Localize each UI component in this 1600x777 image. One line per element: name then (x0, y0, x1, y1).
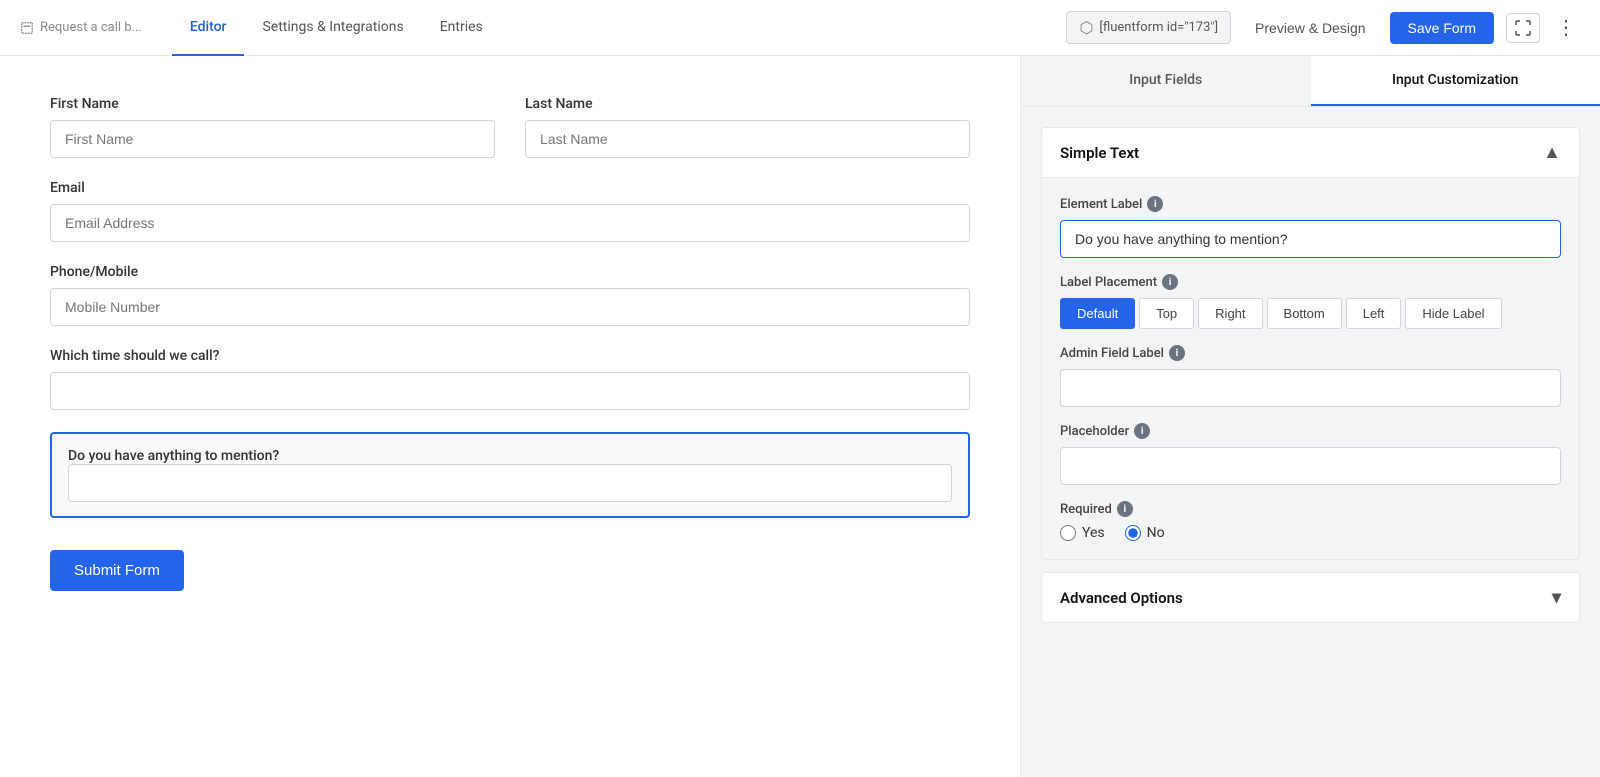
element-label-group: Element Label i (1060, 196, 1561, 258)
time-row: Which time should we call? (50, 348, 970, 410)
phone-row: Phone/Mobile (50, 264, 970, 326)
nav-right: ⬡ [fluentform id="173"] Preview & Design… (1066, 11, 1580, 44)
mention-label: Do you have anything to mention? (68, 448, 279, 464)
phone-label: Phone/Mobile (50, 264, 970, 280)
admin-field-label-input[interactable] (1060, 369, 1561, 407)
required-yes-radio[interactable] (1060, 525, 1076, 541)
element-label-input[interactable] (1060, 220, 1561, 258)
required-no-radio[interactable] (1125, 525, 1141, 541)
tab-settings-integrations[interactable]: Settings & Integrations (244, 0, 421, 56)
admin-field-label-group: Admin Field Label i (1060, 345, 1561, 407)
placement-left-button[interactable]: Left (1346, 298, 1402, 329)
nav-tabs: Editor Settings & Integrations Entries (172, 0, 1067, 56)
placeholder-info-icon: i (1134, 423, 1150, 439)
placement-default-button[interactable]: Default (1060, 298, 1135, 329)
phone-field: Phone/Mobile (50, 264, 970, 326)
advanced-options-section[interactable]: Advanced Options ▾ (1041, 572, 1580, 623)
save-form-button[interactable]: Save Form (1390, 12, 1494, 44)
first-name-field: First Name (50, 96, 495, 158)
placeholder-group: Placeholder i (1060, 423, 1561, 485)
fullscreen-icon (1515, 20, 1531, 36)
selected-field-wrapper: Do you have anything to mention? (50, 432, 970, 518)
time-label: Which time should we call? (50, 348, 970, 364)
tab-input-fields[interactable]: Input Fields (1021, 56, 1311, 106)
shortcode-badge[interactable]: ⬡ [fluentform id="173"] (1066, 11, 1231, 44)
time-input[interactable] (50, 372, 970, 410)
email-input[interactable] (50, 204, 970, 242)
tab-input-customization[interactable]: Input Customization (1311, 56, 1600, 106)
element-label-info-icon: i (1147, 196, 1163, 212)
first-name-input[interactable] (50, 120, 495, 158)
panel-content: Simple Text ▲ Element Label i Label Plac… (1021, 107, 1600, 643)
collapse-icon: ▲ (1543, 142, 1561, 163)
nav-logo[interactable]: Request a call b... (20, 20, 142, 35)
email-field: Email (50, 180, 970, 242)
main-layout: First Name Last Name Email Phone/Mobile (0, 56, 1600, 777)
required-radio-group: Yes No (1060, 525, 1561, 541)
label-placement-group: Label Placement i Default Top Right Bott… (1060, 274, 1561, 329)
first-name-label: First Name (50, 96, 495, 112)
right-panel: Input Fields Input Customization Simple … (1020, 56, 1600, 777)
placeholder-title: Placeholder i (1060, 423, 1561, 439)
advanced-options-title: Advanced Options (1060, 589, 1183, 607)
required-yes-label[interactable]: Yes (1060, 525, 1105, 541)
placement-hide-label-button[interactable]: Hide Label (1405, 298, 1501, 329)
required-info-icon: i (1117, 501, 1133, 517)
placement-bottom-button[interactable]: Bottom (1267, 298, 1342, 329)
preview-design-button[interactable]: Preview & Design (1243, 14, 1378, 42)
time-field: Which time should we call? (50, 348, 970, 410)
placeholder-input[interactable] (1060, 447, 1561, 485)
name-row: First Name Last Name (50, 96, 970, 158)
placement-buttons: Default Top Right Bottom Left Hide Label (1060, 298, 1561, 329)
mention-input[interactable] (68, 464, 952, 502)
label-placement-info-icon: i (1162, 274, 1178, 290)
shortcode-text: [fluentform id="173"] (1099, 20, 1218, 35)
last-name-label: Last Name (525, 96, 970, 112)
simple-text-section-body: Element Label i Label Placement i Defaul… (1041, 178, 1580, 560)
last-name-input[interactable] (525, 120, 970, 158)
placement-top-button[interactable]: Top (1139, 298, 1194, 329)
phone-input[interactable] (50, 288, 970, 326)
required-title: Required i (1060, 501, 1561, 517)
tab-entries[interactable]: Entries (422, 0, 501, 56)
submit-form-button[interactable]: Submit Form (50, 550, 184, 591)
required-no-label[interactable]: No (1125, 525, 1165, 541)
admin-field-label-title: Admin Field Label i (1060, 345, 1561, 361)
label-placement-title: Label Placement i (1060, 274, 1561, 290)
placement-right-button[interactable]: Right (1198, 298, 1262, 329)
more-options-button[interactable]: ⋮ (1552, 11, 1580, 44)
panel-tabs: Input Fields Input Customization (1021, 56, 1600, 107)
tab-editor[interactable]: Editor (172, 0, 245, 56)
simple-text-title: Simple Text (1060, 144, 1139, 162)
chevron-down-icon: ▾ (1552, 587, 1561, 608)
last-name-field: Last Name (525, 96, 970, 158)
admin-field-label-info-icon: i (1169, 345, 1185, 361)
top-nav: Request a call b... Editor Settings & In… (0, 0, 1600, 56)
nav-logo-text: Request a call b... (40, 20, 142, 35)
fullscreen-button[interactable] (1506, 13, 1540, 43)
required-group: Required i Yes No (1060, 501, 1561, 541)
element-label-title: Element Label i (1060, 196, 1561, 212)
simple-text-section-header[interactable]: Simple Text ▲ (1041, 127, 1580, 178)
form-area: First Name Last Name Email Phone/Mobile (0, 56, 1020, 777)
email-label: Email (50, 180, 970, 196)
email-row: Email (50, 180, 970, 242)
